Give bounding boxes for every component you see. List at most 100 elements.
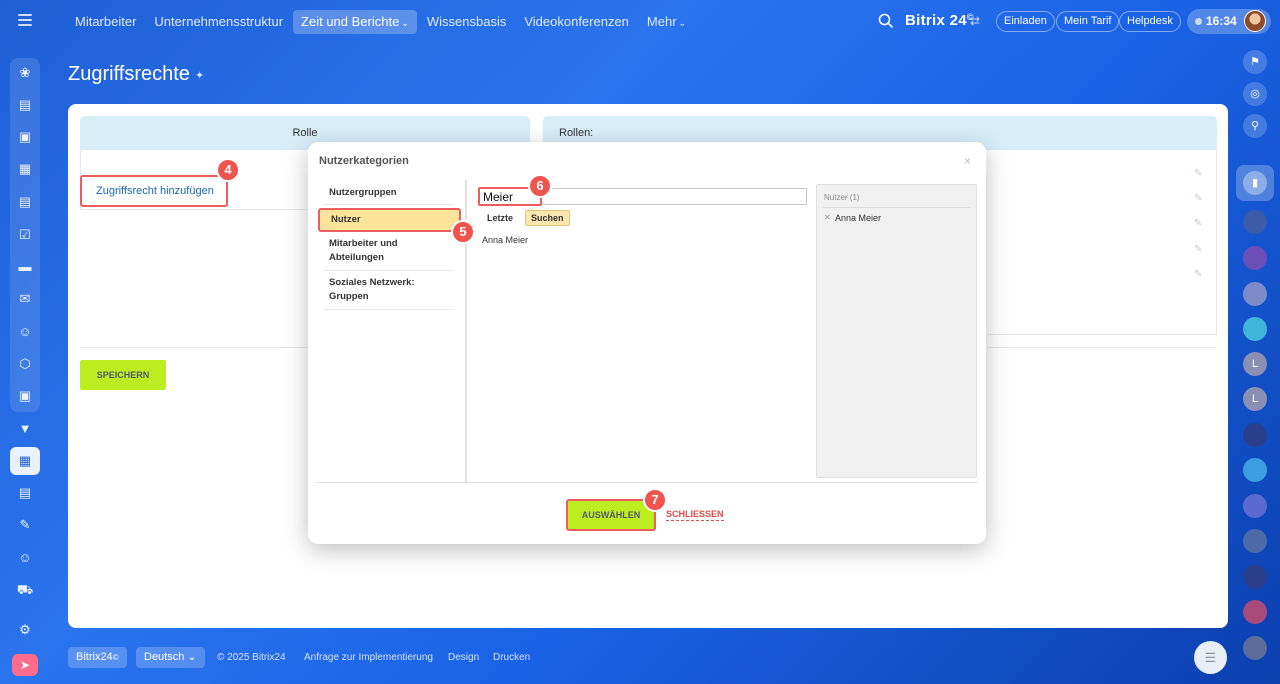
close-dialog-link[interactable]: SCHLIESSEN: [666, 509, 724, 521]
nav-unternehmensstruktur[interactable]: Unternehmensstruktur: [146, 10, 291, 34]
edit-icon[interactable]: ✎: [1194, 168, 1202, 179]
nav-wissensbasis[interactable]: Wissensbasis: [419, 10, 514, 34]
puzzle-icon[interactable]: ❀: [16, 64, 34, 82]
document-icon[interactable]: ▤: [16, 193, 34, 211]
footer-brand-text: Bitrix24: [76, 651, 113, 663]
task-icon[interactable]: ☑: [16, 226, 34, 244]
tab-nutzergruppen[interactable]: Nutzergruppen: [326, 186, 454, 200]
settings-icon[interactable]: ⚙: [16, 621, 34, 639]
chat-avatar-l1[interactable]: L: [1243, 352, 1267, 376]
chevron-down-icon: ⌄: [187, 651, 197, 663]
close-icon[interactable]: ×: [964, 154, 971, 168]
chat-avatar-5[interactable]: [1243, 423, 1267, 447]
chat-avatar-4[interactable]: [1243, 317, 1267, 341]
chat-avatar-6[interactable]: [1243, 458, 1267, 482]
nav-mitarbeiter[interactable]: Mitarbeiter: [67, 10, 144, 34]
pin-icon[interactable]: ✦: [195, 69, 204, 82]
edit-icon[interactable]: ✎: [1194, 218, 1202, 229]
divider: [316, 482, 978, 483]
clock-time: 16:34: [1206, 14, 1237, 28]
nav-zeit-und-berichte[interactable]: Zeit und Berichte ⌄: [293, 10, 417, 34]
selected-panel: Nutzer (1) ✕ Anna Meier: [816, 184, 977, 478]
search-icon[interactable]: [878, 13, 894, 29]
mail-icon[interactable]: ✉: [16, 290, 34, 308]
chevron-down-icon: ⌄: [401, 18, 409, 28]
menu-icon[interactable]: [18, 14, 32, 26]
footer-brand[interactable]: Bitrix24©: [68, 647, 127, 668]
time-reports-icon[interactable]: ▦: [10, 447, 40, 475]
main-nav: Mitarbeiter Unternehmensstruktur Zeit un…: [67, 10, 694, 34]
chat-avatar-9[interactable]: [1243, 565, 1267, 589]
brand-text: Bitrix 24: [905, 12, 967, 29]
language-select[interactable]: Deutsch ⌄: [136, 647, 205, 668]
chat-avatar-7[interactable]: [1243, 494, 1267, 518]
chat-avatar-8[interactable]: [1243, 529, 1267, 553]
helpdesk-button[interactable]: Helpdesk: [1119, 11, 1181, 32]
chat-avatar-2[interactable]: [1243, 246, 1267, 270]
nav-mehr[interactable]: Mehr ⌄: [639, 10, 694, 34]
switch-icon[interactable]: ⇄: [970, 14, 980, 28]
crm-icon[interactable]: ▬: [16, 258, 34, 276]
page-title: Zugriffsrechte: [68, 63, 190, 85]
edit-icon[interactable]: ✎: [1194, 269, 1202, 280]
store-icon[interactable]: ▤: [16, 484, 34, 502]
footer-copyright: © 2025 Bitrix24: [217, 652, 286, 663]
tab-soziales-netzwerk-gruppen[interactable]: Soziales Netzwerk: Gruppen: [326, 276, 454, 304]
search-result-item[interactable]: Anna Meier: [482, 235, 528, 245]
chat-avatar-3[interactable]: [1243, 282, 1267, 306]
bookmark-icon[interactable]: ▮: [1243, 171, 1267, 195]
pulse-icon[interactable]: ◎: [1243, 82, 1267, 106]
shield-icon[interactable]: ⬡: [16, 355, 34, 373]
robot-icon[interactable]: ☺: [16, 549, 34, 567]
edit-icon[interactable]: ✎: [1194, 193, 1202, 204]
sign-icon[interactable]: ✎: [16, 516, 34, 534]
selected-item: Anna Meier: [835, 213, 882, 223]
select-button[interactable]: AUSWÄHLEN: [566, 499, 656, 531]
save-button[interactable]: SPEICHERN: [80, 360, 166, 390]
add-access-link[interactable]: Zugriffsrecht hinzufügen: [80, 175, 228, 207]
search-chat-icon[interactable]: ⚲: [1243, 114, 1267, 138]
divider: [823, 207, 971, 208]
top-bar: Mitarbeiter Unternehmensstruktur Zeit un…: [0, 0, 1280, 44]
calendar-icon[interactable]: ▦: [16, 160, 34, 178]
language-label: Deutsch: [144, 651, 185, 663]
selected-header: Nutzer (1): [824, 193, 860, 202]
divider: [324, 270, 454, 271]
news-icon[interactable]: ▤: [16, 96, 34, 114]
divider: [324, 309, 454, 310]
bell-icon[interactable]: ⚑: [1243, 50, 1267, 74]
brand-logo[interactable]: Bitrix 24©: [905, 12, 974, 29]
presentation-icon[interactable]: ▣: [16, 387, 34, 405]
chat-avatar-10[interactable]: [1243, 600, 1267, 624]
footer-link-design[interactable]: Design: [448, 652, 479, 663]
tab-nutzer[interactable]: Nutzer: [318, 208, 461, 232]
funnel-icon[interactable]: ▼: [16, 420, 34, 438]
nav-zeit-label: Zeit und Berichte: [301, 14, 400, 29]
chat-avatar-l2[interactable]: L: [1243, 387, 1267, 411]
dialog-title: Nutzerkategorien: [319, 155, 409, 167]
user-avatar[interactable]: [1244, 10, 1266, 32]
users-icon[interactable]: ☺: [16, 323, 34, 341]
nav-videokonferenzen[interactable]: Videokonferenzen: [516, 10, 637, 34]
chat-avatar-11[interactable]: [1243, 636, 1267, 660]
footer-brand-mark: ©: [112, 653, 119, 662]
invite-button[interactable]: Einladen: [996, 11, 1055, 32]
footer-link-implementation[interactable]: Anfrage zur Implementierung: [304, 652, 433, 663]
edit-icon[interactable]: ✎: [1194, 244, 1202, 255]
step-badge-5: 5: [451, 220, 475, 244]
chat-icon[interactable]: ▣: [16, 128, 34, 146]
tab-mitarbeiter-abteilungen[interactable]: Mitarbeiter und Abteilungen: [326, 237, 454, 265]
footer-link-print[interactable]: Drucken: [493, 652, 530, 663]
chevron-down-icon: ⌄: [678, 18, 687, 28]
cart-icon[interactable]: ⛟: [16, 581, 34, 599]
step-badge-4: 4: [216, 158, 240, 182]
divider: [324, 204, 454, 205]
subtab-suchen[interactable]: Suchen: [525, 210, 570, 226]
remove-icon[interactable]: ✕: [824, 213, 831, 222]
rocket-icon[interactable]: ➤: [12, 654, 38, 676]
tariff-button[interactable]: Mein Tarif: [1056, 11, 1120, 32]
list-icon[interactable]: ☰: [1194, 641, 1227, 674]
subtab-letzte[interactable]: Letzte: [482, 210, 518, 226]
user-categories-dialog: Nutzerkategorien × Nutzergruppen Nutzer …: [308, 142, 986, 544]
chat-avatar-1[interactable]: [1243, 210, 1267, 234]
